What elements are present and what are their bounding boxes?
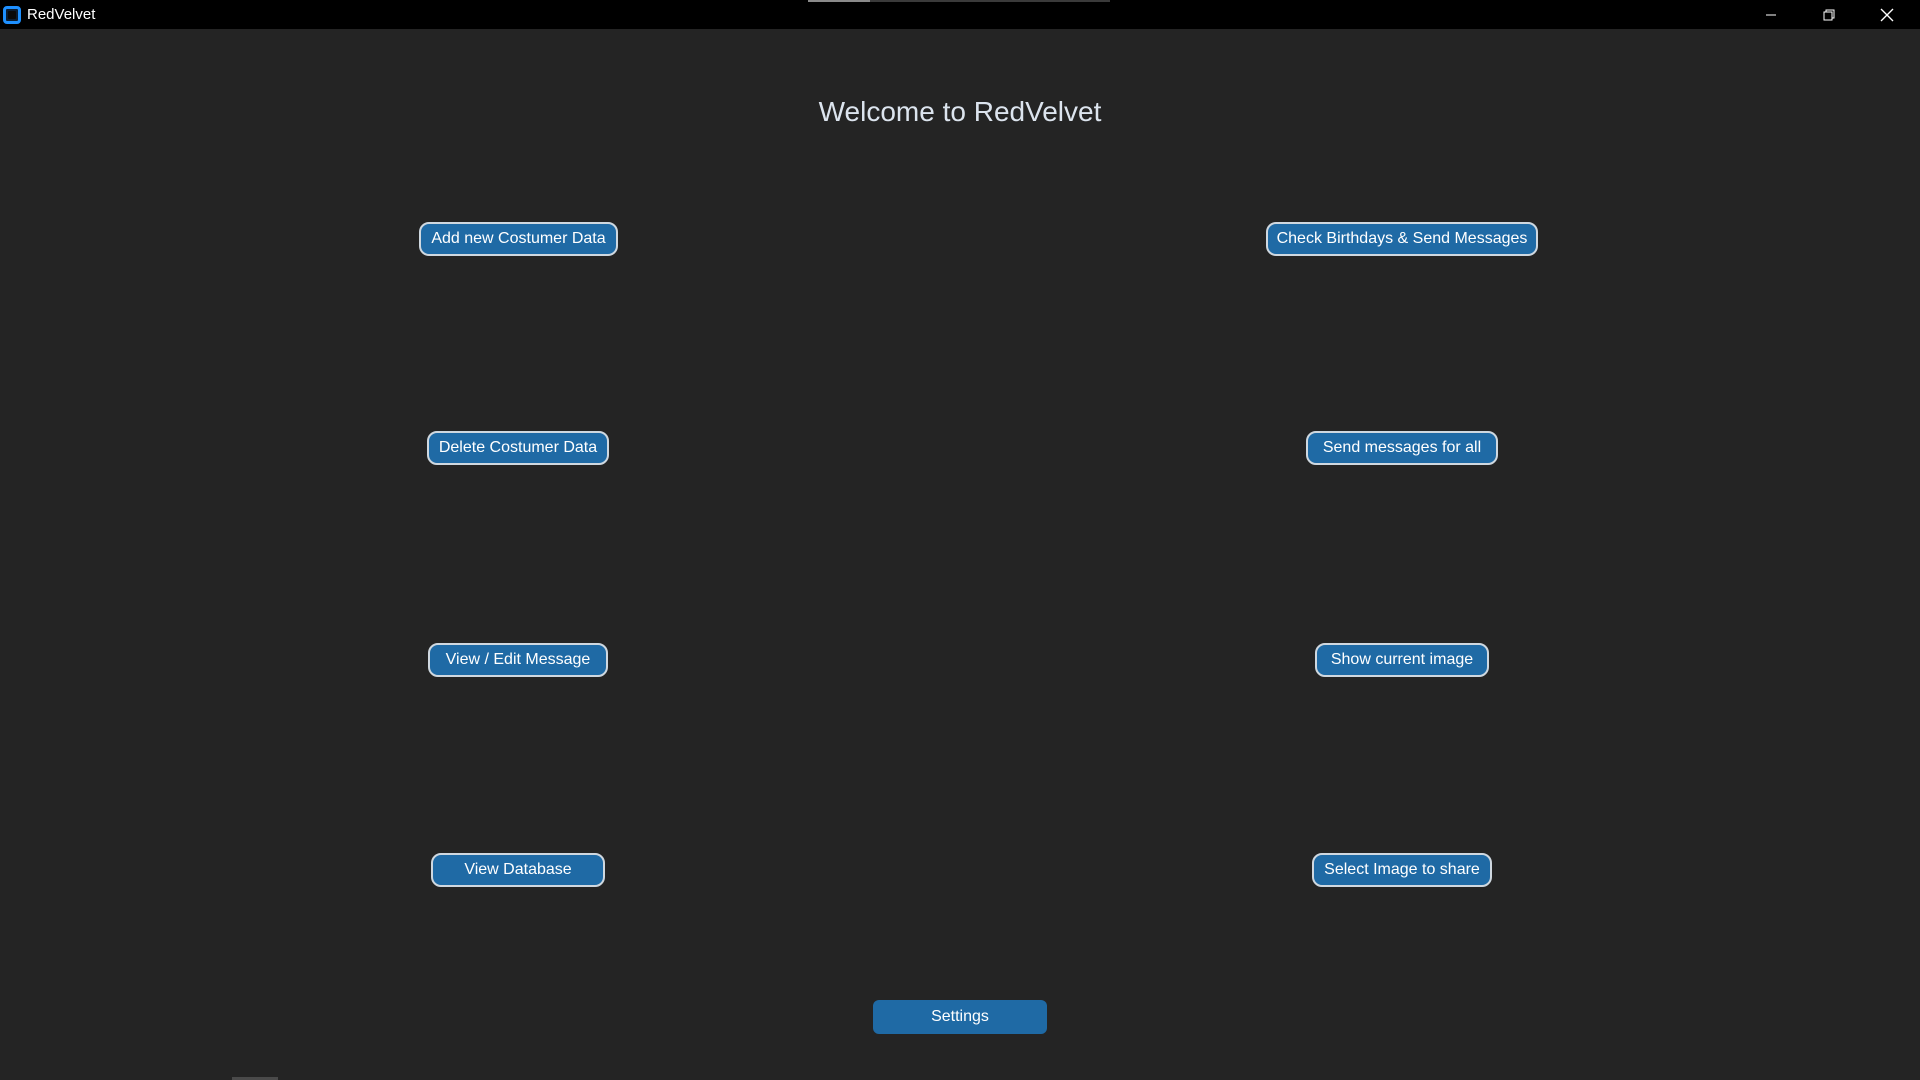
check-birthdays-button[interactable]: Check Birthdays & Send Messages bbox=[1266, 222, 1538, 256]
app-logo-icon bbox=[3, 6, 21, 24]
select-image-button[interactable]: Select Image to share bbox=[1312, 853, 1492, 887]
minimize-icon bbox=[1765, 9, 1777, 21]
settings-button[interactable]: Settings bbox=[873, 1000, 1047, 1034]
minimize-button[interactable] bbox=[1742, 0, 1800, 29]
close-button[interactable] bbox=[1858, 0, 1916, 29]
app-window: RedVelvet Welcome to RedVelvet Add new C… bbox=[0, 0, 1920, 1080]
edit-message-button[interactable]: View / Edit Message bbox=[428, 643, 608, 677]
page-title: Welcome to RedVelvet bbox=[818, 96, 1102, 127]
restore-button[interactable] bbox=[1800, 0, 1858, 29]
window-title: RedVelvet bbox=[27, 6, 96, 23]
send-all-button[interactable]: Send messages for all bbox=[1306, 431, 1498, 465]
restore-icon bbox=[1823, 9, 1835, 21]
show-image-button[interactable]: Show current image bbox=[1315, 643, 1489, 677]
add-customer-button[interactable]: Add new Costumer Data bbox=[419, 222, 618, 256]
title-bar[interactable]: RedVelvet bbox=[0, 0, 1920, 29]
delete-customer-button[interactable]: Delete Costumer Data bbox=[427, 431, 609, 465]
title-drag-indicator bbox=[808, 0, 1110, 2]
view-database-button[interactable]: View Database bbox=[431, 853, 605, 887]
close-icon bbox=[1880, 8, 1894, 22]
